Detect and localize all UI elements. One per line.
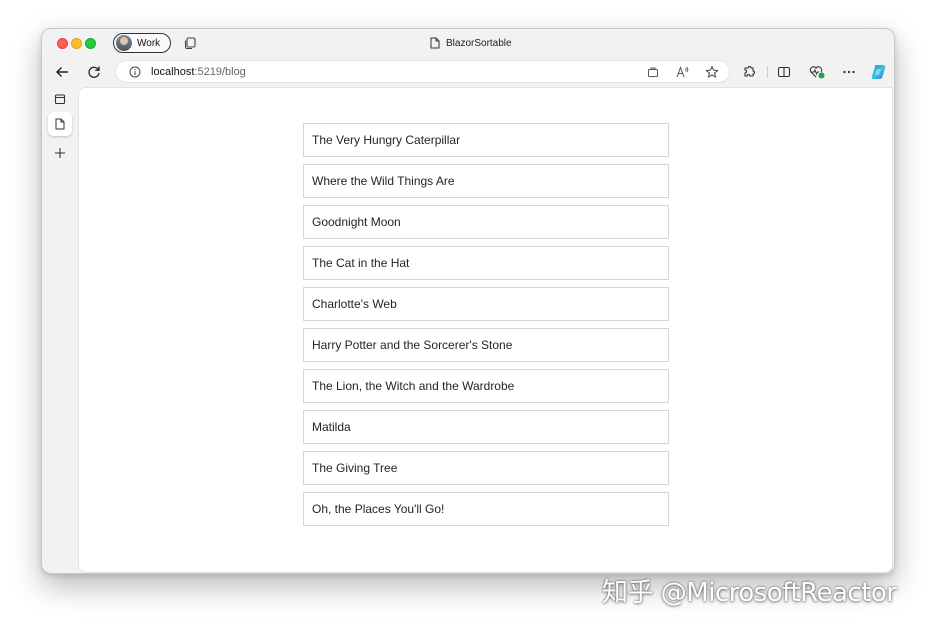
zoom-window-button[interactable] [85, 38, 96, 49]
book-list-item[interactable]: Charlotte's Web [303, 287, 669, 321]
book-list-item[interactable]: The Cat in the Hat [303, 246, 669, 280]
vertical-tabs-sidebar [42, 87, 78, 573]
extensions-button[interactable] [740, 63, 758, 81]
more-options-button[interactable] [840, 63, 858, 81]
workspaces-icon[interactable] [183, 36, 197, 50]
tab-title-label: BlazorSortable [446, 37, 512, 49]
page-content: The Very Hungry Caterpillar Where the Wil… [78, 87, 893, 573]
more-dots-icon [843, 70, 855, 74]
profile-button[interactable]: Work [113, 33, 171, 53]
page-icon [55, 118, 65, 130]
new-tab-button[interactable] [48, 141, 72, 165]
split-screen-icon [777, 66, 791, 78]
toolbar-divider [767, 66, 768, 78]
browser-window: Work BlazorSortable localhost:5219/blog … [41, 28, 895, 574]
copilot-icon [871, 65, 886, 79]
book-list-item[interactable]: Harry Potter and the Sorcerer's Stone [303, 328, 669, 362]
book-list-item[interactable]: The Lion, the Witch and the Wardrobe [303, 369, 669, 403]
book-list-item[interactable]: The Very Hungry Caterpillar [303, 123, 669, 157]
url-text: localhost:5219/blog [151, 66, 246, 78]
close-window-button[interactable] [57, 38, 68, 49]
book-list-item[interactable]: Matilda [303, 410, 669, 444]
heart-pulse-icon [809, 66, 825, 79]
refresh-icon [88, 66, 100, 78]
url-host: localhost [151, 66, 195, 78]
puzzle-icon [744, 66, 755, 77]
avatar [116, 35, 132, 51]
url-path: :5219/blog [194, 66, 246, 78]
back-button[interactable] [53, 63, 71, 81]
info-icon[interactable] [129, 66, 141, 78]
title-bar: Work BlazorSortable [42, 29, 894, 57]
book-list-item[interactable]: The Giving Tree [303, 451, 669, 485]
read-aloud-icon[interactable] [676, 66, 689, 78]
favorite-star-icon[interactable] [705, 65, 719, 79]
tab-actions-button[interactable] [48, 87, 72, 111]
sortable-book-list[interactable]: The Very Hungry Caterpillar Where the Wil… [303, 123, 669, 533]
browser-essentials-button[interactable] [808, 63, 826, 81]
split-screen-button[interactable] [775, 63, 793, 81]
browser-toolbar: localhost:5219/blog [42, 57, 894, 87]
tab-blazorsortable[interactable]: BlazorSortable [430, 36, 512, 50]
book-list-item[interactable]: Where the Wild Things Are [303, 164, 669, 198]
plus-icon [55, 148, 65, 158]
sidebar-tab-blazorsortable[interactable] [48, 112, 72, 136]
copilot-button[interactable] [870, 63, 888, 81]
app-available-icon[interactable] [647, 66, 659, 78]
watermark: 知乎 @MicrosoftReactor [602, 578, 897, 608]
minimize-window-button[interactable] [71, 38, 82, 49]
address-bar[interactable]: localhost:5219/blog [115, 60, 730, 83]
book-list-item[interactable]: Goodnight Moon [303, 205, 669, 239]
refresh-button[interactable] [85, 63, 103, 81]
page-icon [430, 37, 440, 49]
tab-actions-icon [54, 94, 66, 105]
book-list-item[interactable]: Oh, the Places You'll Go! [303, 492, 669, 526]
arrow-left-icon [56, 67, 68, 77]
profile-label: Work [137, 37, 161, 49]
